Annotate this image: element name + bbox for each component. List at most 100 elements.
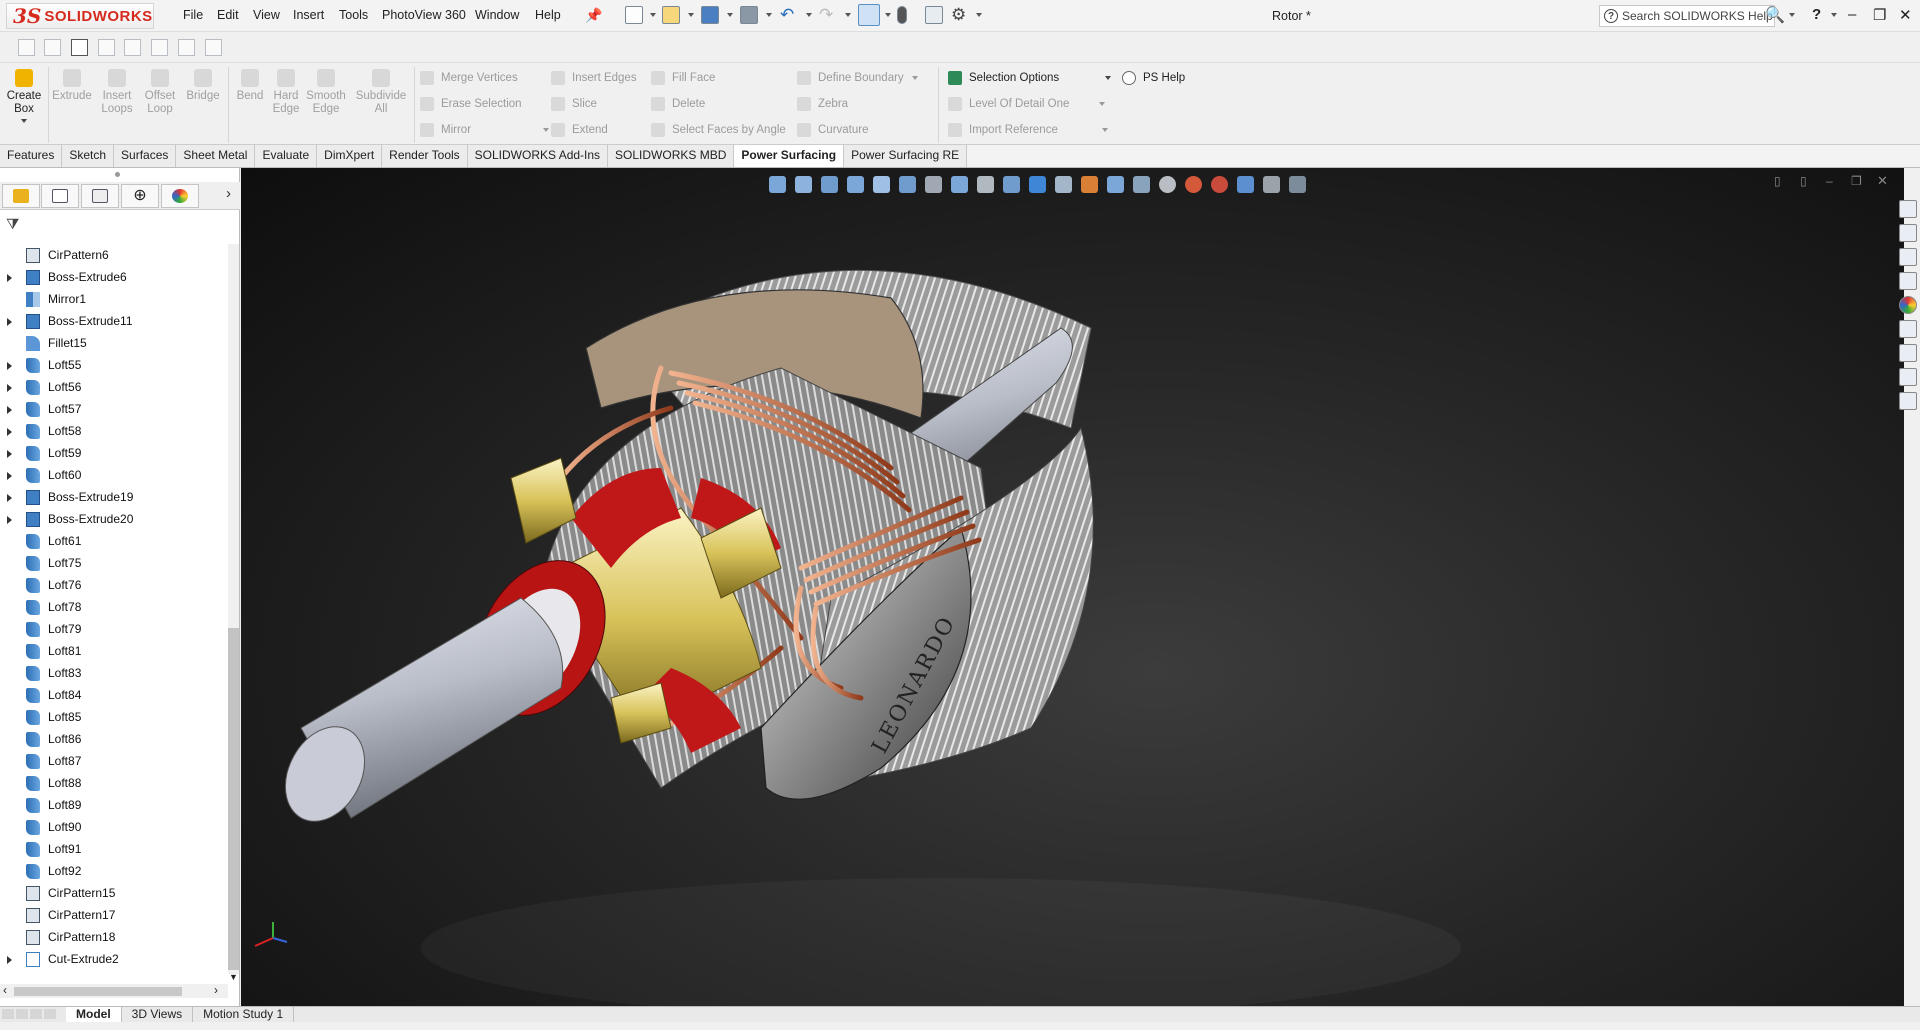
select-faces-by-angle-button[interactable]: Select Faces by Angle — [651, 121, 786, 139]
tab-motion-study-1[interactable]: Motion Study 1 — [193, 1007, 295, 1022]
tree-node[interactable]: CirPattern6 — [0, 244, 228, 266]
tree-node[interactable]: Loft91 — [0, 838, 228, 860]
menu-view[interactable]: View — [253, 8, 280, 22]
tree-node[interactable]: Loft79 — [0, 618, 228, 640]
feature-manager-tab[interactable] — [2, 184, 40, 208]
menu-insert[interactable]: Insert — [293, 8, 324, 22]
tree-node[interactable]: Fillet15 — [0, 332, 228, 354]
delete-button[interactable]: Delete — [651, 95, 705, 113]
solidworks-logo[interactable]: 3S SOLIDWORKS — [6, 3, 154, 29]
tree-node[interactable]: Loft88 — [0, 772, 228, 794]
tab-solidworks-mbd[interactable]: SOLIDWORKS MBD — [608, 145, 735, 167]
scroll-left-icon[interactable]: ‹ — [3, 983, 7, 997]
panel-splitter-handle[interactable] — [115, 172, 120, 177]
undo-icon[interactable]: ↶ — [780, 5, 794, 25]
save-icon[interactable] — [701, 6, 719, 24]
tree-node[interactable]: Loft92 — [0, 860, 228, 882]
expand-arrow-icon[interactable] — [7, 362, 12, 370]
undo-dropdown-icon[interactable] — [806, 13, 812, 17]
tree-node[interactable]: Loft84 — [0, 684, 228, 706]
solidworks-resources-icon[interactable] — [1899, 200, 1917, 218]
menu-photoview[interactable]: PhotoView 360 — [382, 8, 466, 22]
design-library-icon[interactable] — [1899, 224, 1917, 242]
prev-tab-icon[interactable] — [16, 1009, 28, 1019]
tab-features[interactable]: Features — [0, 145, 63, 167]
tab-scroll-arrows[interactable] — [0, 1007, 66, 1022]
curvature-button[interactable]: Curvature — [797, 121, 869, 139]
tree-node[interactable]: Loft87 — [0, 750, 228, 772]
search-help-box[interactable]: ? Search SOLIDWORKS Help — [1599, 5, 1775, 27]
sketch-tool-8-icon[interactable] — [205, 39, 222, 56]
expand-arrow-icon[interactable] — [7, 406, 12, 414]
expand-arrow-icon[interactable] — [7, 516, 12, 524]
mirror-button[interactable]: Mirror — [420, 121, 550, 139]
file-properties-icon[interactable] — [925, 6, 943, 24]
minimize-icon[interactable]: ‒ — [1848, 6, 1856, 23]
sketch-tool-7-icon[interactable] — [178, 39, 195, 56]
bridge-button[interactable]: Bridge — [183, 69, 223, 103]
expand-arrow-icon[interactable] — [7, 450, 12, 458]
tree-hscroll-thumb[interactable] — [14, 987, 182, 996]
tree-node[interactable]: Loft89 — [0, 794, 228, 816]
redo-dropdown-icon[interactable] — [845, 13, 851, 17]
tools-icon[interactable] — [1899, 368, 1917, 386]
tree-scroll-thumb[interactable] — [228, 628, 239, 970]
zebra-button[interactable]: Zebra — [797, 95, 848, 113]
tree-node[interactable]: Boss-Extrude6 — [0, 266, 228, 288]
scroll-down-icon[interactable]: ▼ — [229, 972, 238, 982]
tree-node[interactable]: CirPattern18 — [0, 926, 228, 948]
options-gear-icon[interactable]: ⚙ — [951, 5, 966, 25]
view-palette-icon[interactable] — [1899, 272, 1917, 290]
tree-node[interactable]: Loft61 — [0, 530, 228, 552]
select-arrow-icon[interactable] — [858, 4, 880, 26]
tree-node[interactable]: Mirror1 — [0, 288, 228, 310]
search-icon[interactable]: 🔍 — [1765, 5, 1785, 25]
expand-arrow-icon[interactable] — [7, 428, 12, 436]
print-icon[interactable] — [740, 6, 758, 24]
tab-sheet-metal[interactable]: Sheet Metal — [176, 145, 256, 167]
select-dropdown-icon[interactable] — [885, 13, 891, 17]
sketch-tool-5-icon[interactable] — [124, 39, 141, 56]
redo-icon[interactable]: ↷ — [819, 5, 833, 25]
sketch-tool-3-icon[interactable] — [71, 39, 88, 56]
fill-face-button[interactable]: Fill Face — [651, 69, 715, 87]
sketch-tool-6-icon[interactable] — [151, 39, 168, 56]
hard-edge-button[interactable]: Hard Edge — [266, 69, 306, 116]
create-box-button[interactable]: Create Box — [4, 69, 44, 123]
tab-sketch[interactable]: Sketch — [62, 145, 115, 167]
mirror-dropdown-icon[interactable] — [543, 128, 550, 132]
create-box-dropdown-icon[interactable] — [21, 119, 27, 123]
sketch-tool-2-icon[interactable] — [44, 39, 61, 56]
panel-more-chevron-icon[interactable]: › — [226, 185, 231, 202]
tree-node[interactable]: Loft76 — [0, 574, 228, 596]
last-tab-icon[interactable] — [44, 1009, 56, 1019]
extrude-button[interactable]: Extrude — [52, 69, 92, 103]
tree-node[interactable]: Boss-Extrude11 — [0, 310, 228, 332]
erase-selection-button[interactable]: Erase Selection — [420, 95, 522, 113]
tree-node[interactable]: Boss-Extrude20 — [0, 508, 228, 530]
menu-window[interactable]: Window — [475, 8, 519, 22]
menu-tools[interactable]: Tools — [339, 8, 368, 22]
rebuild-icon[interactable] — [897, 6, 907, 24]
expand-arrow-icon[interactable] — [7, 956, 12, 964]
sketch-tool-4-icon[interactable] — [98, 39, 115, 56]
tab-render-tools[interactable]: Render Tools — [382, 145, 468, 167]
new-dropdown-icon[interactable] — [650, 13, 656, 17]
tree-node[interactable]: Boss-Extrude19 — [0, 486, 228, 508]
smooth-edge-button[interactable]: Smooth Edge — [306, 69, 346, 116]
tab-dimxpert[interactable]: DimXpert — [317, 145, 383, 167]
tab-power-surfacing[interactable]: Power Surfacing — [734, 145, 845, 167]
rotor-3d-model[interactable]: LEONARDO — [241, 168, 1904, 1006]
menu-help[interactable]: Help — [535, 8, 561, 22]
tree-node[interactable]: Loft86 — [0, 728, 228, 750]
scroll-right-icon[interactable]: › — [214, 983, 218, 997]
tab-surfaces[interactable]: Surfaces — [114, 145, 177, 167]
subdivide-all-button[interactable]: Subdivide All — [355, 69, 407, 116]
merge-vertices-button[interactable]: Merge Vertices — [420, 69, 518, 87]
define-boundary-button[interactable]: Define Boundary — [797, 69, 918, 87]
tab-evaluate[interactable]: Evaluate — [255, 145, 318, 167]
tree-node[interactable]: Loft90 — [0, 816, 228, 838]
close-icon[interactable]: ✕ — [1899, 6, 1912, 24]
display-manager-tab[interactable] — [161, 184, 199, 208]
restore-icon[interactable]: ❐ — [1873, 6, 1886, 24]
